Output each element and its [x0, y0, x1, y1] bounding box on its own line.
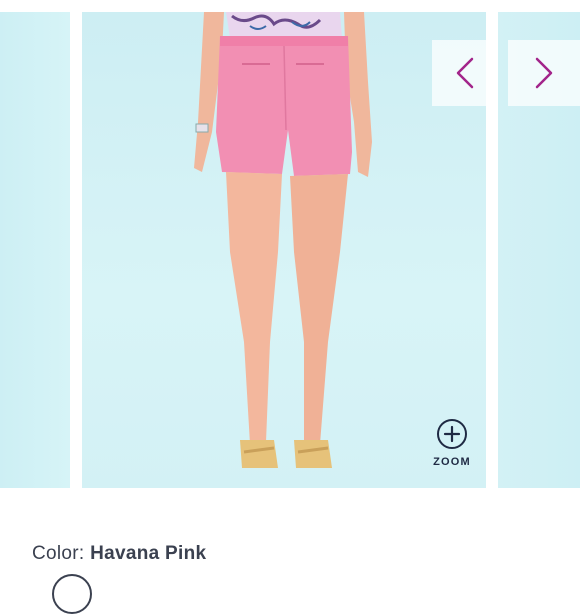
chevron-right-icon — [535, 57, 553, 89]
previous-image-button[interactable] — [432, 40, 498, 106]
model-wearing-shorts — [194, 12, 372, 468]
left-sandal — [240, 440, 278, 468]
left-leg — [226, 172, 282, 444]
product-image[interactable] — [82, 12, 486, 488]
right-leg — [290, 174, 348, 444]
plus-circle-icon — [437, 419, 467, 449]
color-swatch[interactable] — [52, 574, 92, 614]
right-sandal — [294, 440, 332, 468]
product-image-gallery: ZOOM — [0, 0, 580, 488]
zoom-button[interactable]: ZOOM — [424, 418, 480, 468]
shirt — [226, 12, 342, 38]
color-selection: Color: Havana Pink — [32, 543, 206, 565]
chevron-left-icon — [456, 57, 474, 89]
previous-image-peek[interactable] — [0, 12, 70, 488]
color-value: Havana Pink — [90, 543, 207, 564]
next-image-button[interactable] — [508, 40, 580, 106]
color-label: Color: — [32, 543, 85, 564]
zoom-label: ZOOM — [433, 456, 471, 468]
